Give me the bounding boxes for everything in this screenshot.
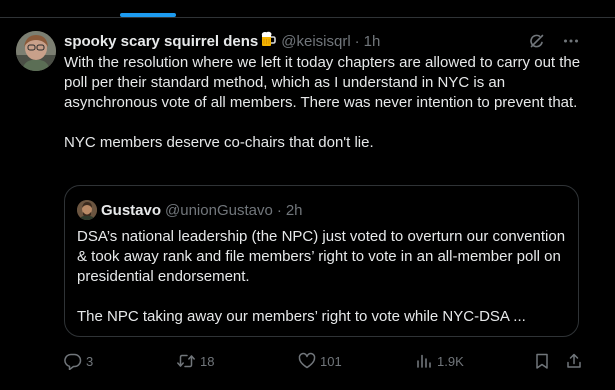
quote-paragraph: DSA’s national leadership (the NPC) just… — [77, 228, 566, 285]
reply-icon — [64, 352, 82, 370]
share-icon — [565, 352, 583, 370]
author-display-name[interactable]: spooky scary squirrel dens — [64, 32, 258, 52]
views-button[interactable]: 1.9K — [415, 350, 464, 372]
more-icon[interactable] — [561, 31, 581, 51]
repost-button[interactable]: 18 — [176, 350, 214, 372]
separator-dot: · — [276, 201, 282, 219]
views-chart-icon — [415, 352, 433, 370]
like-count: 101 — [320, 353, 342, 369]
grok-icon[interactable] — [527, 31, 547, 51]
author-handle[interactable]: @keisisqrl — [281, 32, 350, 52]
quoted-tweet-card[interactable]: Gustavo @unionGustavo · 2h DSA’s nationa… — [64, 185, 579, 337]
avatar[interactable] — [16, 31, 56, 71]
tweet-paragraph: With the resolution where we left it tod… — [64, 54, 581, 111]
tweet-body: With the resolution where we left it tod… — [64, 53, 584, 153]
bookmark-icon — [533, 352, 551, 370]
quote-paragraph: The NPC taking away our members’ right t… — [77, 308, 526, 325]
tweet-header-actions — [527, 31, 581, 51]
beer-mug-emoji-icon — [259, 30, 277, 54]
heart-icon — [298, 352, 316, 370]
quote-author-display-name[interactable]: Gustavo — [101, 202, 161, 219]
like-button[interactable]: 101 — [298, 350, 342, 372]
separator-dot: · — [354, 33, 360, 50]
reply-count: 3 — [86, 353, 94, 369]
share-button[interactable] — [565, 350, 583, 372]
top-divider — [0, 17, 615, 18]
quote-body: DSA’s national leadership (the NPC) just… — [77, 227, 567, 327]
repost-icon — [176, 352, 196, 370]
bookmark-button[interactable] — [533, 350, 551, 372]
view-count: 1.9K — [437, 353, 464, 369]
tweet-paragraph: NYC members deserve co-chairs that don't… — [64, 134, 374, 151]
repost-count: 18 — [200, 353, 215, 369]
tweet-actions-bar: 3 18 101 1.9K — [64, 350, 584, 372]
tweet-header: spooky scary squirrel dens @keisisqrl · … — [64, 30, 381, 54]
quote-header: Gustavo @unionGustavo · 2h — [77, 199, 303, 221]
reply-button[interactable]: 3 — [64, 350, 93, 372]
quote-author-handle[interactable]: @unionGustavo — [165, 202, 273, 219]
quote-avatar[interactable] — [77, 200, 97, 220]
tweet-timestamp[interactable]: 1h — [364, 32, 381, 52]
quote-timestamp[interactable]: 2h — [286, 202, 303, 219]
